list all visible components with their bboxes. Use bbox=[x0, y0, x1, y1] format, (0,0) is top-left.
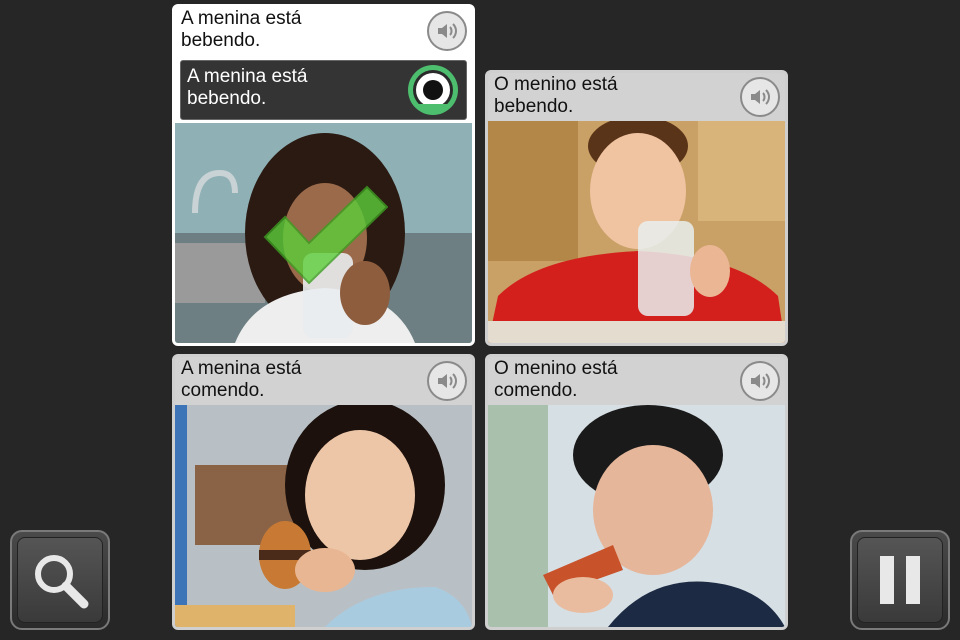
card-caption: O menino está comendo. bbox=[494, 358, 618, 401]
speaker-icon[interactable] bbox=[427, 361, 467, 401]
checkmark-icon bbox=[263, 185, 388, 285]
pause-button[interactable] bbox=[850, 530, 950, 630]
answer-card-boy-eating[interactable]: O menino está comendo. bbox=[485, 354, 788, 630]
answer-card-girl-eating[interactable]: A menina está comendo. bbox=[172, 354, 475, 630]
speaker-icon[interactable] bbox=[427, 11, 467, 51]
photo-boy-drinking bbox=[488, 121, 785, 343]
photo-boy-eating bbox=[488, 405, 785, 627]
magnifier-icon bbox=[35, 555, 89, 609]
card-caption: A menina está bebendo. bbox=[181, 8, 302, 51]
speaker-icon[interactable] bbox=[740, 361, 780, 401]
pause-icon bbox=[880, 556, 920, 604]
speaker-icon[interactable] bbox=[740, 77, 780, 117]
spoken-answer-banner: A menina está bebendo. bbox=[180, 60, 467, 120]
answer-card-boy-drinking[interactable]: O menino está bebendo. bbox=[485, 70, 788, 346]
card-caption: A menina está comendo. bbox=[181, 358, 302, 401]
spoken-answer-text: A menina está bebendo. bbox=[187, 66, 308, 109]
answer-card-girl-drinking[interactable]: A menina está bebendo. A menina está beb… bbox=[172, 4, 475, 346]
photo-girl-eating bbox=[175, 405, 472, 627]
magnifier-button[interactable] bbox=[10, 530, 110, 630]
card-caption: O menino está bebendo. bbox=[494, 74, 618, 117]
record-indicator-icon bbox=[407, 64, 459, 116]
